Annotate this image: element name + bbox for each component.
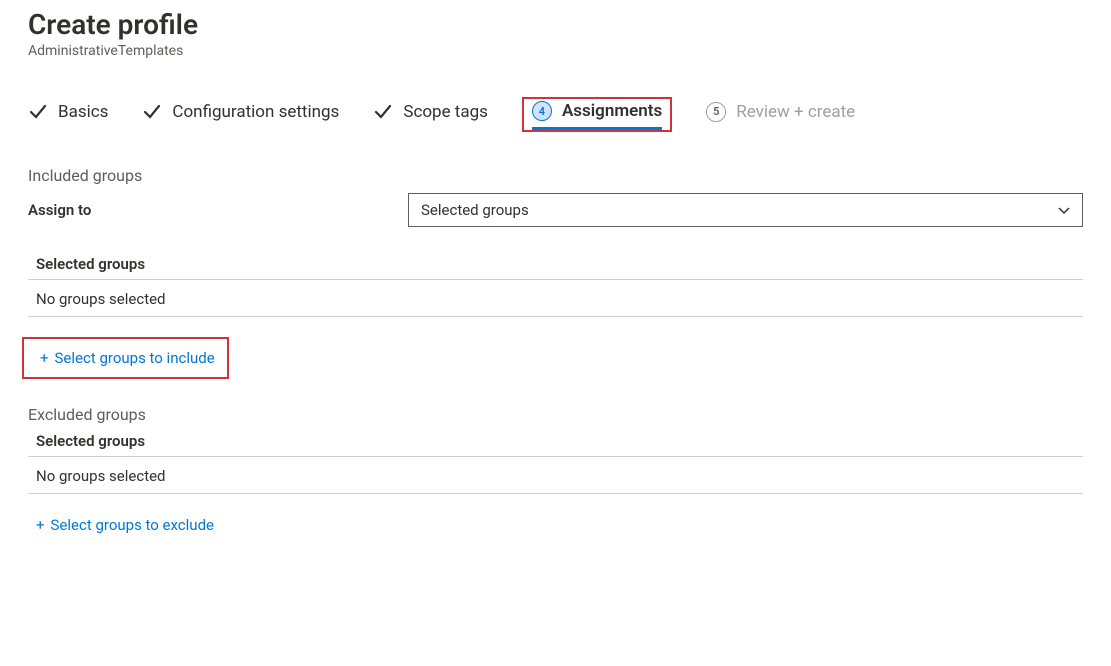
- chevron-down-icon: [1056, 202, 1072, 218]
- assign-to-row: Assign to Selected groups: [28, 193, 1083, 227]
- included-empty-text: No groups selected: [36, 290, 1083, 308]
- assign-to-label: Assign to: [28, 201, 408, 219]
- excluded-groups-heading: Excluded groups: [28, 405, 1083, 424]
- step-scope-tags[interactable]: Scope tags: [373, 102, 488, 128]
- step-label: Assignments: [562, 101, 662, 121]
- step-configuration-settings[interactable]: Configuration settings: [142, 102, 339, 128]
- step-assignments[interactable]: 4 Assignments: [532, 101, 662, 130]
- divider: [28, 456, 1083, 457]
- excluded-selected-groups-header: Selected groups: [36, 432, 1083, 450]
- plus-icon: +: [36, 518, 45, 533]
- check-icon: [373, 102, 393, 122]
- step-basics[interactable]: Basics: [28, 102, 108, 128]
- step-number-badge: 4: [532, 101, 552, 121]
- annotation-highlight-include-link: + Select groups to include: [22, 337, 229, 379]
- select-value: Selected groups: [421, 201, 529, 219]
- excluded-empty-text: No groups selected: [36, 467, 1083, 485]
- divider: [28, 493, 1083, 494]
- check-icon: [142, 102, 162, 122]
- divider: [28, 316, 1083, 317]
- step-label: Scope tags: [403, 102, 488, 122]
- stepper: Basics Configuration settings Scope tags…: [28, 97, 1083, 132]
- select-groups-to-include-link[interactable]: + Select groups to include: [36, 343, 219, 373]
- link-label: Select groups to include: [55, 349, 215, 367]
- select-groups-to-exclude-link[interactable]: + Select groups to exclude: [32, 510, 218, 540]
- included-groups-heading: Included groups: [28, 166, 1083, 185]
- included-selected-groups-header: Selected groups: [36, 255, 1083, 273]
- step-label: Review + create: [736, 102, 855, 122]
- assign-to-select[interactable]: Selected groups: [408, 193, 1083, 227]
- step-number-badge: 5: [706, 102, 726, 122]
- step-review-create[interactable]: 5 Review + create: [706, 102, 855, 128]
- page-title: Create profile: [28, 8, 1083, 41]
- step-label: Configuration settings: [172, 102, 339, 122]
- check-icon: [28, 102, 48, 122]
- page-subtitle: AdministrativeTemplates: [28, 43, 1083, 59]
- annotation-highlight-assignments: 4 Assignments: [522, 97, 672, 132]
- plus-icon: +: [40, 351, 49, 366]
- step-label: Basics: [58, 102, 108, 122]
- link-label: Select groups to exclude: [51, 516, 214, 534]
- divider: [28, 279, 1083, 280]
